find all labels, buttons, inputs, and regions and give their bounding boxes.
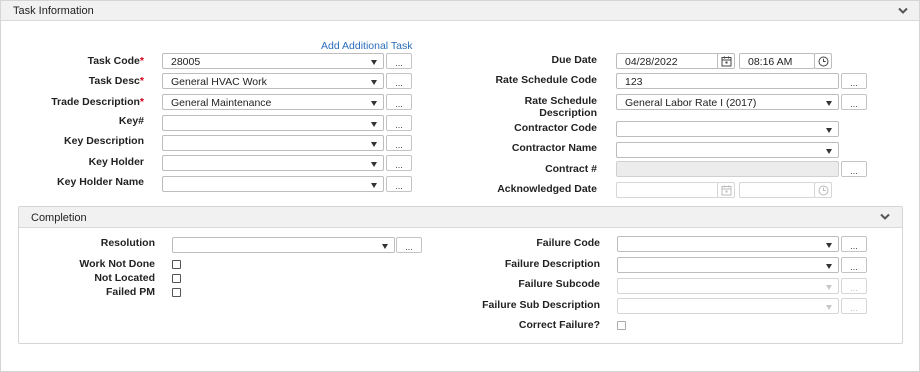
task-information-panel: Task Information Add Additional Task Tas…: [0, 0, 920, 372]
task-information-title: Task Information: [13, 5, 94, 17]
dropdown-arrow-icon: [826, 149, 832, 154]
failed-pm-checkbox[interactable]: [172, 288, 181, 297]
key-number-label: Key#: [118, 115, 144, 127]
clock-icon: [814, 182, 832, 198]
dropdown-arrow-icon: [371, 162, 377, 167]
failure-description-lookup-button[interactable]: ...: [841, 257, 867, 273]
dropdown-arrow-icon: [826, 305, 832, 310]
chevron-down-icon[interactable]: [879, 212, 891, 224]
task-code-lookup-button[interactable]: ...: [386, 53, 412, 69]
add-additional-task-link[interactable]: Add Additional Task: [321, 40, 412, 52]
task-desc-select[interactable]: General HVAC Work: [162, 73, 384, 89]
failure-sub-description-select: [617, 298, 839, 314]
rate-schedule-code-lookup-button[interactable]: ...: [841, 73, 867, 89]
trade-description-label: Trade Description*: [51, 96, 144, 108]
due-date-label: Due Date: [551, 54, 597, 66]
contractor-code-label: Contractor Code: [514, 122, 597, 134]
acknowledged-time-input: [739, 182, 815, 198]
acknowledged-date-input: [616, 182, 719, 198]
failed-pm-label: Failed PM: [105, 286, 155, 298]
contractor-name-label: Contractor Name: [511, 142, 597, 154]
key-holder-name-select[interactable]: [162, 176, 384, 192]
resolution-lookup-button[interactable]: ...: [396, 237, 422, 253]
rate-schedule-code-input[interactable]: 123: [616, 73, 839, 89]
contractor-code-select[interactable]: [616, 121, 839, 137]
rate-schedule-description-label: Rate Schedule Description: [524, 95, 597, 119]
work-not-done-label: Work Not Done: [79, 258, 155, 270]
clock-icon[interactable]: [814, 53, 832, 69]
contract-number-label: Contract #: [545, 163, 597, 175]
acknowledged-date-label: Acknowledged Date: [497, 183, 597, 195]
key-number-lookup-button[interactable]: ...: [386, 115, 412, 131]
key-holder-label: Key Holder: [88, 156, 144, 168]
key-description-select[interactable]: [162, 135, 384, 151]
correct-failure-label: Correct Failure?: [518, 319, 600, 331]
dropdown-arrow-icon: [382, 244, 388, 249]
key-holder-select[interactable]: [162, 155, 384, 171]
completion-header[interactable]: Completion: [19, 207, 902, 228]
task-information-header[interactable]: Task Information: [1, 1, 919, 21]
dropdown-arrow-icon: [371, 80, 377, 85]
contract-number-input: [616, 161, 839, 177]
resolution-label: Resolution: [100, 237, 155, 249]
correct-failure-checkbox[interactable]: [617, 321, 626, 330]
contract-number-lookup-button[interactable]: ...: [841, 161, 867, 177]
trade-description-select[interactable]: General Maintenance: [162, 94, 384, 110]
rate-schedule-description-select[interactable]: General Labor Rate I (2017): [616, 94, 839, 110]
task-code-select[interactable]: 28005: [162, 53, 384, 69]
failure-subcode-lookup-button: ...: [841, 278, 867, 294]
key-holder-name-label: Key Holder Name: [57, 176, 144, 188]
key-description-label: Key Description: [64, 135, 144, 147]
failure-subcode-select: [617, 278, 839, 294]
calendar-icon[interactable]: [717, 53, 735, 69]
due-date-input[interactable]: 04/28/2022: [616, 53, 719, 69]
contractor-name-select[interactable]: [616, 142, 839, 158]
completion-title: Completion: [31, 212, 87, 224]
not-located-label: Not Located: [94, 272, 155, 284]
dropdown-arrow-icon: [371, 101, 377, 106]
failure-code-select[interactable]: [617, 236, 839, 252]
failure-code-label: Failure Code: [536, 237, 600, 249]
key-holder-name-lookup-button[interactable]: ...: [386, 176, 412, 192]
failure-description-select[interactable]: [617, 257, 839, 273]
dropdown-arrow-icon: [826, 264, 832, 269]
trade-description-lookup-button[interactable]: ...: [386, 94, 412, 110]
failure-sub-description-lookup-button: ...: [841, 298, 867, 314]
calendar-icon: [717, 182, 735, 198]
key-number-select[interactable]: [162, 115, 384, 131]
dropdown-arrow-icon: [826, 243, 832, 248]
rate-schedule-code-label: Rate Schedule Code: [495, 74, 597, 86]
key-holder-lookup-button[interactable]: ...: [386, 155, 412, 171]
task-desc-lookup-button[interactable]: ...: [386, 73, 412, 89]
dropdown-arrow-icon: [371, 183, 377, 188]
work-not-done-checkbox[interactable]: [172, 260, 181, 269]
dropdown-arrow-icon: [371, 142, 377, 147]
task-desc-label: Task Desc*: [88, 75, 144, 87]
dropdown-arrow-icon: [371, 122, 377, 127]
key-description-lookup-button[interactable]: ...: [386, 135, 412, 151]
task-code-label: Task Code*: [87, 55, 144, 67]
failure-sub-description-label: Failure Sub Description: [482, 299, 600, 311]
failure-description-label: Failure Description: [504, 258, 600, 270]
dropdown-arrow-icon: [826, 285, 832, 290]
dropdown-arrow-icon: [826, 128, 832, 133]
chevron-down-icon[interactable]: [897, 6, 909, 18]
due-time-input[interactable]: 08:16 AM: [739, 53, 815, 69]
failure-subcode-label: Failure Subcode: [518, 278, 600, 290]
resolution-select[interactable]: [172, 237, 395, 253]
dropdown-arrow-icon: [371, 60, 377, 65]
rate-schedule-description-lookup-button[interactable]: ...: [841, 94, 867, 110]
failure-code-lookup-button[interactable]: ...: [841, 236, 867, 252]
dropdown-arrow-icon: [826, 101, 832, 106]
completion-panel: Completion Resolution ... Work Not Done …: [18, 206, 903, 344]
not-located-checkbox[interactable]: [172, 274, 181, 283]
